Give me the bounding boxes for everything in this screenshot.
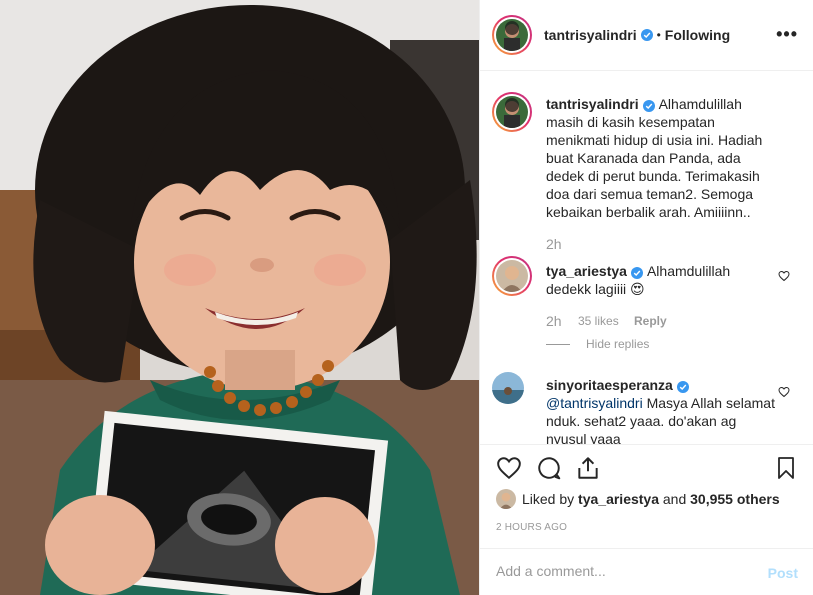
share-icon[interactable]	[575, 455, 601, 481]
post-timestamp[interactable]: 2 HOURS AGO	[496, 522, 567, 533]
action-bar	[480, 444, 813, 488]
caption-text: Alhamdulillah masih di kasih kesempatan …	[546, 96, 763, 220]
heart-icon[interactable]	[496, 455, 522, 481]
comments-list[interactable]: tantrisyalindri Alhamdulillah masih di ka…	[480, 72, 813, 444]
commenter-avatar[interactable]	[492, 256, 532, 296]
more-options-icon[interactable]: •••	[776, 25, 798, 43]
caption-username[interactable]: tantrisyalindri	[546, 96, 639, 112]
add-comment-input[interactable]	[496, 563, 746, 579]
likes-summary: Liked by tya_ariestya and 30,955 others	[496, 489, 780, 509]
post-details-panel: tantrisyalindri • Following ••• tantrisy…	[479, 0, 813, 595]
bookmark-icon[interactable]	[774, 455, 798, 481]
comment-composer: Post	[480, 548, 813, 595]
post-header: tantrisyalindri • Following •••	[480, 0, 813, 71]
reply-like-heart-icon[interactable]	[778, 386, 790, 398]
author-avatar[interactable]	[492, 15, 532, 55]
post-photo[interactable]	[0, 0, 479, 595]
likes-prefix: Liked by	[522, 491, 575, 507]
following-button[interactable]: Following	[665, 27, 730, 43]
header-separator: •	[656, 28, 661, 42]
reply-button[interactable]: Reply	[634, 314, 667, 328]
comment-time[interactable]: 2h	[546, 313, 562, 329]
likes-middle: and	[662, 491, 687, 507]
photo-illustration	[0, 0, 479, 595]
verified-badge-icon	[630, 267, 643, 279]
reply-avatar[interactable]	[492, 372, 524, 404]
comment-icon[interactable]	[536, 455, 562, 481]
caption-avatar[interactable]	[492, 92, 532, 132]
hide-replies-label: Hide replies	[586, 337, 650, 351]
reply-username[interactable]: sinyoritaesperanza	[546, 377, 673, 393]
comment-like-heart-icon[interactable]	[778, 270, 790, 282]
post-comment-button[interactable]: Post	[768, 565, 798, 581]
likes-others[interactable]: 30,955 others	[690, 491, 780, 507]
reply-mention[interactable]: @tantrisyalindri	[546, 395, 643, 411]
liker-username[interactable]: tya_ariestya	[578, 491, 659, 507]
hide-replies-toggle[interactable]: Hide replies	[546, 337, 649, 351]
verified-badge-icon	[642, 100, 655, 112]
verified-badge-icon	[676, 381, 689, 393]
replies-line	[546, 344, 570, 346]
comment-likes-count[interactable]: 35 likes	[578, 314, 619, 328]
author-username[interactable]: tantrisyalindri	[544, 27, 637, 43]
caption-time[interactable]: 2h	[546, 236, 562, 252]
verified-badge-icon	[640, 29, 653, 41]
commenter-username[interactable]: tya_ariestya	[546, 263, 627, 279]
liker-avatar[interactable]	[496, 489, 516, 509]
